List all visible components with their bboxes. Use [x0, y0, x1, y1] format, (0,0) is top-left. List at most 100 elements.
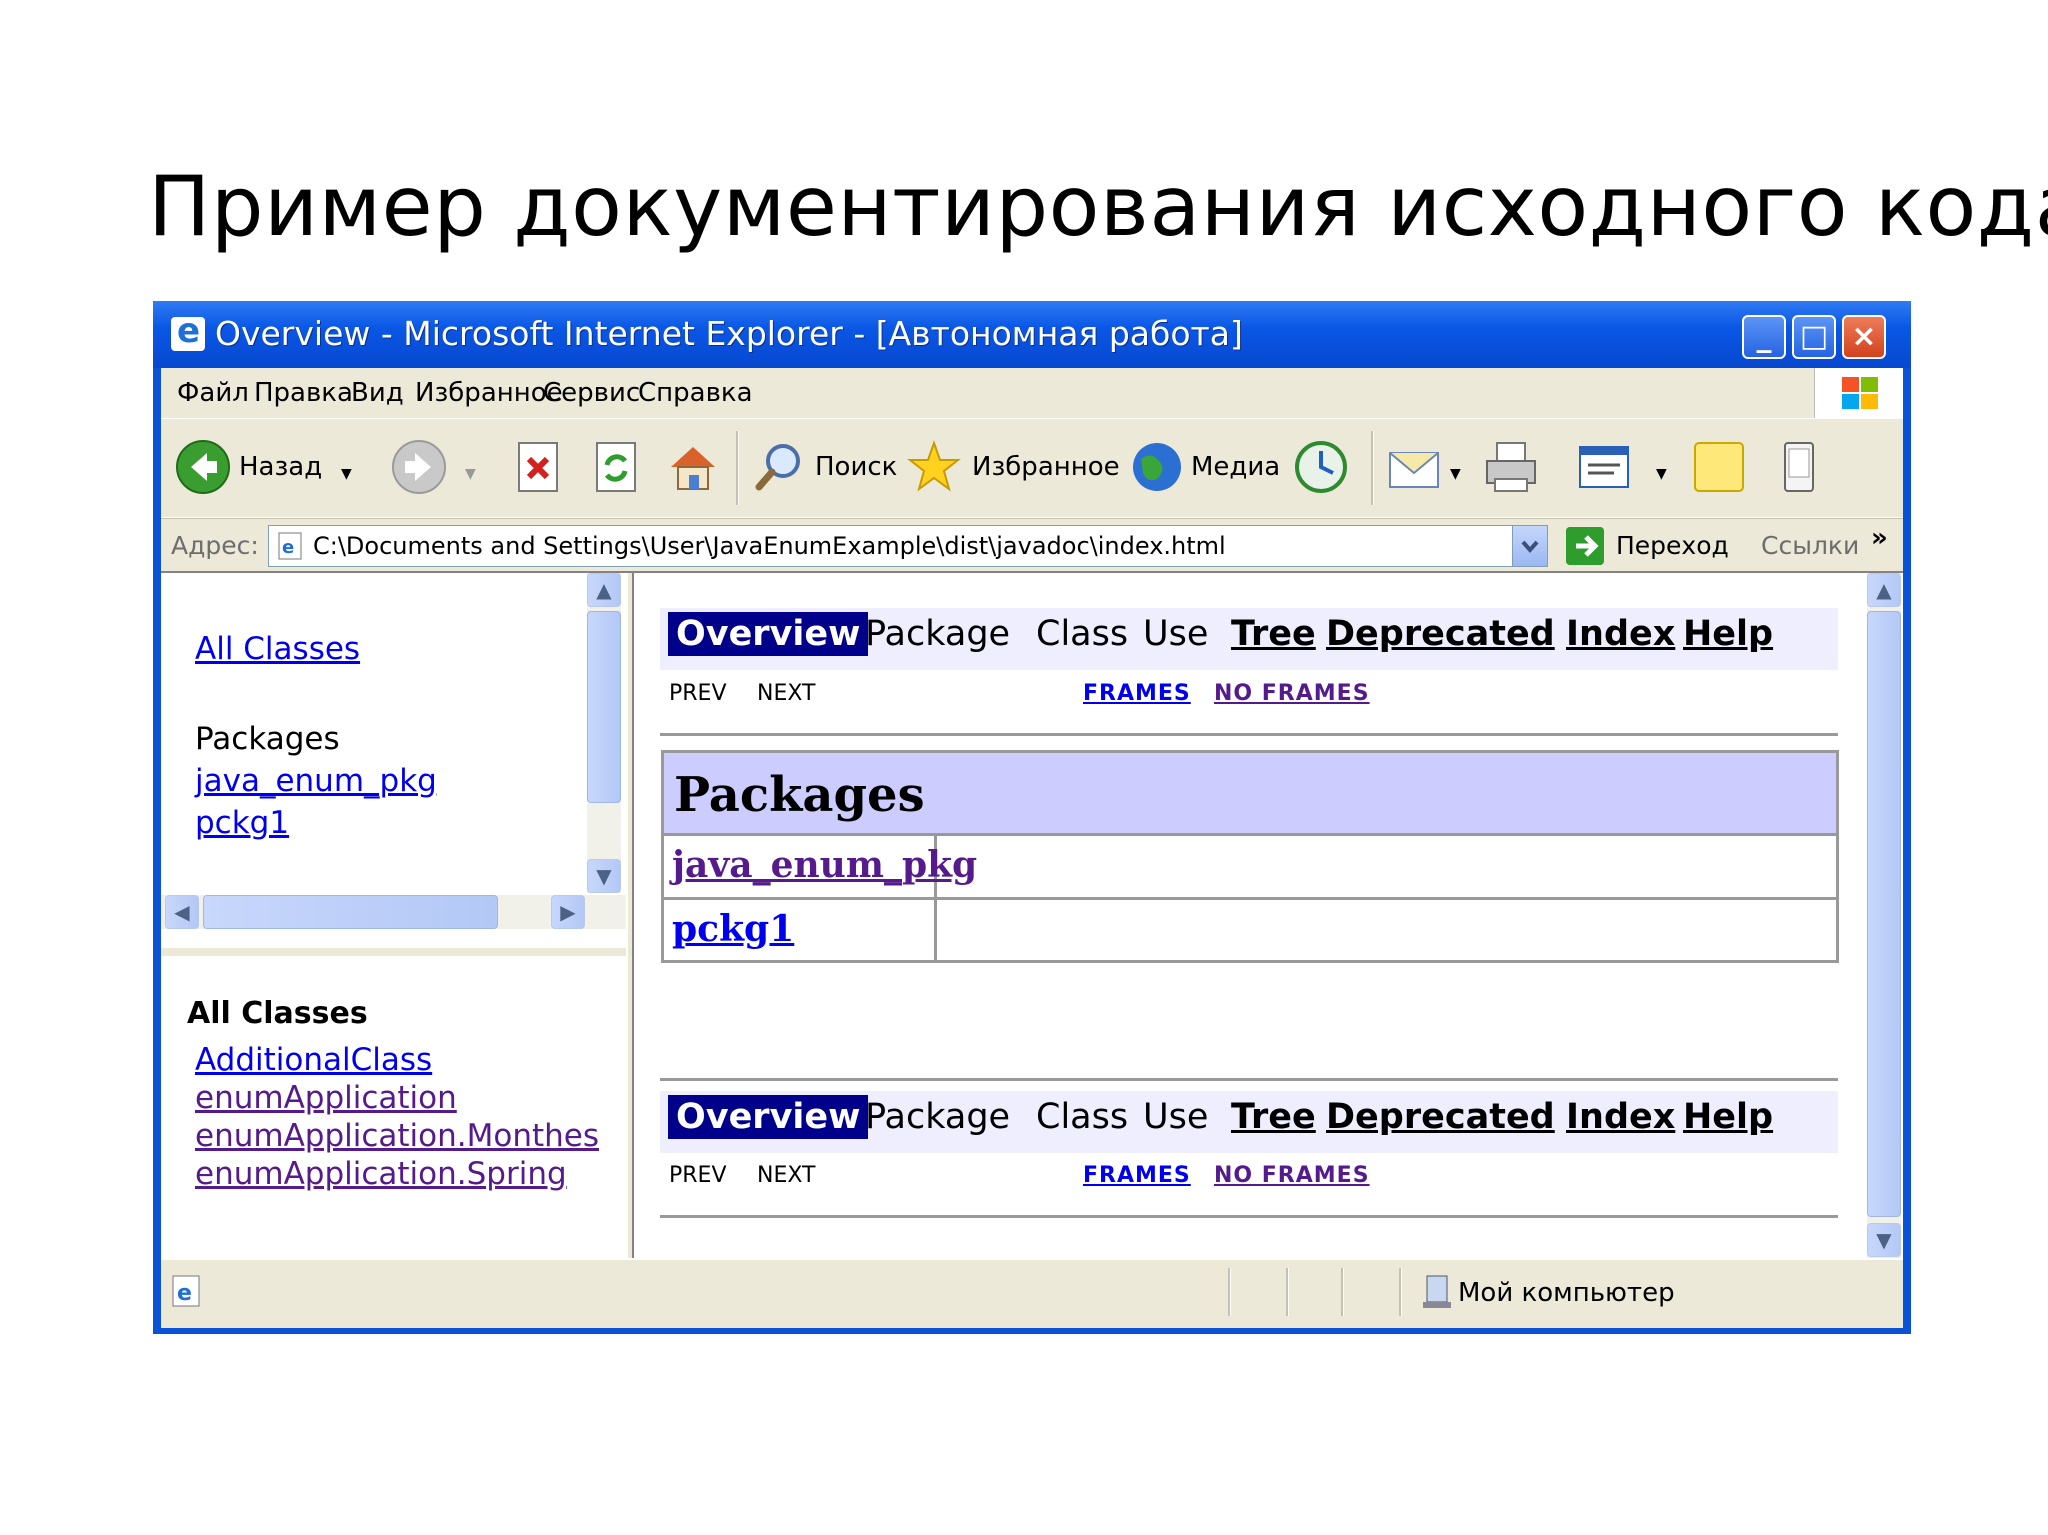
horizontal-scrollbar[interactable]: ◀ ▶ [161, 895, 626, 929]
star-icon [907, 439, 961, 492]
security-zone: Мой компьютер [1458, 1278, 1675, 1308]
address-label: Адрес: [171, 531, 259, 560]
no-frames-link[interactable]: NO FRAMES [1214, 1163, 1370, 1188]
class-link[interactable]: enumApplication.Spring [195, 1156, 567, 1192]
toolbar-separator [1371, 431, 1374, 505]
all-classes-link[interactable]: All Classes [195, 631, 360, 667]
menu-edit[interactable]: Правка [254, 378, 353, 408]
class-link[interactable]: AdditionalClass [195, 1042, 432, 1078]
edit-dropdown-icon[interactable]: ▼ [1656, 466, 1667, 482]
nav-index-link[interactable]: Index [1566, 1097, 1675, 1137]
mail-dropdown-icon[interactable]: ▼ [1450, 466, 1461, 482]
prev-label: PREV [669, 1163, 727, 1188]
forward-button[interactable]: ▼ [391, 439, 481, 495]
edit-button[interactable]: ▼ [1576, 439, 1671, 495]
nav-use: Use [1143, 1097, 1209, 1137]
all-classes-heading: All Classes [187, 996, 368, 1031]
scroll-up-icon[interactable]: ▲ [587, 573, 621, 607]
nav-tree-link[interactable]: Tree [1231, 1097, 1316, 1137]
go-arrow-icon [1566, 527, 1604, 565]
standard-toolbar: Назад ▼ ▼ Поиск Избранное Медиа ▼ ▼ [161, 419, 1903, 518]
classes-frame: All Classes AdditionalClass enumApplicat… [161, 956, 629, 1258]
history-icon[interactable] [1293, 439, 1349, 495]
packages-table: Packages java_enum_pkg pckg1 [661, 750, 1839, 963]
table-header: Packages [664, 753, 1836, 836]
svg-text:e: e [177, 1281, 192, 1306]
menu-tools[interactable]: Сервис [543, 378, 640, 408]
globe-media-icon [1133, 443, 1181, 491]
packages-heading: Packages [195, 721, 340, 757]
close-button[interactable]: × [1842, 315, 1886, 359]
package-link[interactable]: pckg1 [195, 805, 289, 841]
menu-view[interactable]: Вид [351, 378, 404, 408]
vertical-scrollbar[interactable]: ▲ ▼ [587, 573, 621, 893]
scroll-thumb[interactable] [203, 895, 498, 929]
nav-index-link[interactable]: Index [1566, 614, 1675, 654]
vertical-scrollbar[interactable]: ▲ ▼ [1867, 573, 1901, 1258]
links-toolbar[interactable]: Ссылки [1761, 531, 1859, 560]
table-row: java_enum_pkg [664, 836, 1836, 900]
ie-page-icon: e [278, 532, 302, 560]
svg-text:e: e [282, 537, 294, 558]
nav-class: Class [1036, 614, 1129, 654]
messenger-icon[interactable] [1771, 439, 1827, 495]
search-icon [755, 444, 800, 491]
address-input[interactable]: e C:\Documents and Settings\User\JavaEnu… [268, 525, 1548, 567]
favorites-button[interactable]: Избранное [906, 439, 1120, 495]
menu-bar: Файл Правка Вид Избранное Сервис Справка [161, 368, 1903, 419]
media-button[interactable]: Медиа [1129, 439, 1280, 495]
minimize-button[interactable]: _ [1742, 315, 1786, 359]
home-icon[interactable] [665, 439, 721, 495]
no-frames-link[interactable]: NO FRAMES [1214, 681, 1370, 706]
divider [660, 1215, 1838, 1218]
scroll-thumb[interactable] [1867, 611, 1901, 1217]
scroll-down-icon[interactable]: ▼ [1867, 1223, 1901, 1257]
scroll-up-icon[interactable]: ▲ [1867, 573, 1901, 607]
nav-help-link[interactable]: Help [1683, 614, 1773, 654]
divider [660, 733, 1838, 736]
package-link[interactable]: java_enum_pkg [672, 844, 977, 886]
package-link[interactable]: pckg1 [672, 908, 794, 950]
back-dropdown-icon[interactable]: ▼ [341, 466, 352, 482]
next-label: NEXT [757, 1163, 816, 1188]
frames-link[interactable]: FRAMES [1083, 1163, 1191, 1188]
window-client: Файл Правка Вид Избранное Сервис Справка… [161, 368, 1903, 1328]
nav-tree-link[interactable]: Tree [1231, 614, 1316, 654]
toolbar-chevron-icon[interactable]: » [1871, 523, 1888, 553]
menu-file[interactable]: Файл [177, 378, 249, 408]
packages-frame: All Classes Packages java_enum_pkg pckg1… [161, 573, 626, 946]
menu-help[interactable]: Справка [638, 378, 753, 408]
menu-favorites[interactable]: Избранное [415, 378, 563, 408]
title-bar[interactable]: Overview - Microsoft Internet Explorer -… [153, 301, 1911, 368]
frame-splitter[interactable] [626, 573, 634, 1258]
browser-window: Overview - Microsoft Internet Explorer -… [153, 301, 1911, 1334]
stop-icon[interactable] [511, 439, 567, 495]
class-link[interactable]: enumApplication [195, 1080, 457, 1116]
refresh-icon[interactable] [589, 439, 645, 495]
address-dropdown-icon[interactable] [1512, 526, 1547, 566]
address-bar: Адрес: e C:\Documents and Settings\User\… [161, 518, 1903, 571]
search-button[interactable]: Поиск [751, 439, 897, 495]
note-icon[interactable] [1691, 439, 1747, 495]
package-link[interactable]: java_enum_pkg [195, 763, 437, 799]
windows-logo-icon [1814, 368, 1903, 418]
ie-page-icon: e [172, 1275, 200, 1307]
class-link[interactable]: enumApplication.Monthes [195, 1118, 599, 1154]
scroll-thumb[interactable] [587, 611, 621, 803]
maximize-button[interactable]: □ [1792, 315, 1836, 359]
forward-arrow-icon [392, 440, 446, 494]
print-icon[interactable] [1483, 439, 1539, 495]
nav-deprecated-link[interactable]: Deprecated [1326, 1097, 1555, 1137]
scroll-left-icon[interactable]: ◀ [165, 895, 199, 929]
forward-dropdown-icon: ▼ [465, 466, 476, 482]
back-arrow-icon [176, 440, 230, 494]
scroll-right-icon[interactable]: ▶ [551, 895, 585, 929]
mail-button[interactable]: ▼ [1386, 439, 1466, 495]
nav-help-link[interactable]: Help [1683, 1097, 1773, 1137]
bottom-navbar: Overview Package Class Use Tree Deprecat… [660, 1091, 1838, 1153]
nav-use: Use [1143, 614, 1209, 654]
scroll-down-icon[interactable]: ▼ [587, 859, 621, 893]
back-button[interactable]: Назад ▼ [175, 439, 355, 495]
frames-link[interactable]: FRAMES [1083, 681, 1191, 706]
nav-deprecated-link[interactable]: Deprecated [1326, 614, 1555, 654]
